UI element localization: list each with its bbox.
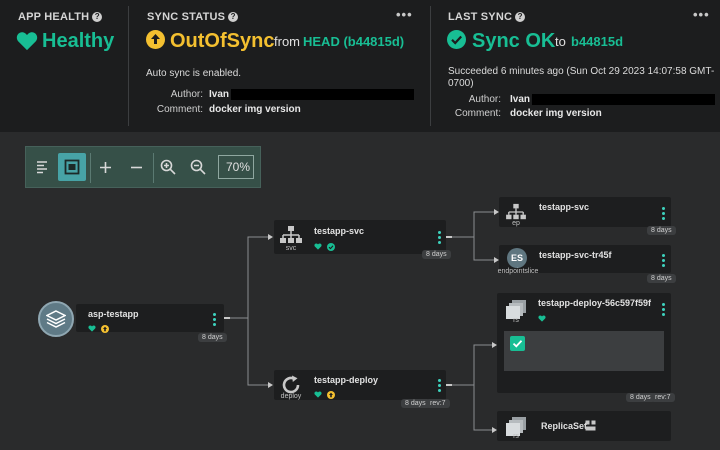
age-badge: 8 days <box>198 333 227 342</box>
replicaset-node[interactable]: rs testapp-deploy-56c597f59f <box>497 293 671 393</box>
heart-icon <box>88 325 96 332</box>
app-node-name[interactable]: asp-testapp <box>88 309 139 319</box>
node-menu-icon[interactable] <box>662 207 666 222</box>
heart-icon <box>314 391 322 398</box>
svc-node[interactable]: svc testapp-svc <box>274 220 446 254</box>
edge-handle <box>224 317 230 319</box>
es-kind-label: endpointslice <box>497 268 539 275</box>
rs-node-status-icons <box>538 310 547 328</box>
pod-group <box>504 331 664 371</box>
edge-handle <box>446 384 452 386</box>
layers-icon <box>38 301 74 337</box>
pod-status-check-icon[interactable] <box>510 336 525 351</box>
revision-badge: rev:7 <box>651 393 675 402</box>
heart-icon <box>314 243 322 250</box>
app-node-status-icons <box>88 320 110 338</box>
node-menu-icon[interactable] <box>213 313 217 328</box>
rs-group-node-name[interactable]: ReplicaSet <box>541 421 587 431</box>
ep-node-name[interactable]: testapp-svc <box>539 202 589 212</box>
ep-node[interactable]: ep testapp-svc <box>499 197 671 227</box>
endpointslice-node[interactable]: ES endpointslice testapp-svc-tr45f <box>498 245 671 275</box>
deploy-node-status-icons <box>314 386 336 404</box>
app-node-card[interactable]: asp-testapp <box>76 304 224 333</box>
node-menu-icon[interactable] <box>662 303 666 318</box>
age-badge: 8 days <box>647 274 676 283</box>
app-details-page: APP HEALTH? Healthy SYNC STATUS? ••• Out… <box>0 0 720 450</box>
group-expand-icon[interactable] <box>585 420 596 431</box>
age-badge: 8 days <box>422 250 451 259</box>
revision-badge: rev:7 <box>426 399 450 408</box>
rs-node-name[interactable]: testapp-deploy-56c597f59f <box>538 298 651 308</box>
replicaset-group-node[interactable]: rs ReplicaSet <box>497 411 671 441</box>
arrow-up-circle-icon <box>327 390 336 399</box>
edge-handle <box>446 236 452 238</box>
deploy-kind-label: deploy <box>280 393 302 400</box>
node-menu-icon[interactable] <box>662 254 666 269</box>
node-menu-icon[interactable] <box>438 379 442 394</box>
node-menu-icon[interactable] <box>438 231 442 246</box>
svc-node-name[interactable]: testapp-svc <box>314 226 364 236</box>
check-circle-icon <box>327 242 336 251</box>
arrow-up-circle-icon <box>101 324 110 333</box>
deploy-node-name[interactable]: testapp-deploy <box>314 375 378 385</box>
ep-kind-label: ep <box>512 220 520 227</box>
es-node-name[interactable]: testapp-svc-tr45f <box>539 250 612 260</box>
svc-kind-label: svc <box>285 245 297 252</box>
heart-icon <box>538 315 546 322</box>
rs-kind-label: rs <box>513 317 519 324</box>
rs-group-kind-label: rs <box>513 433 519 440</box>
endpointslice-icon: ES <box>507 248 527 268</box>
svc-node-status-icons <box>314 238 336 256</box>
deploy-node[interactable]: deploy testapp-deploy <box>274 370 446 400</box>
age-badge: 8 days <box>647 226 676 235</box>
